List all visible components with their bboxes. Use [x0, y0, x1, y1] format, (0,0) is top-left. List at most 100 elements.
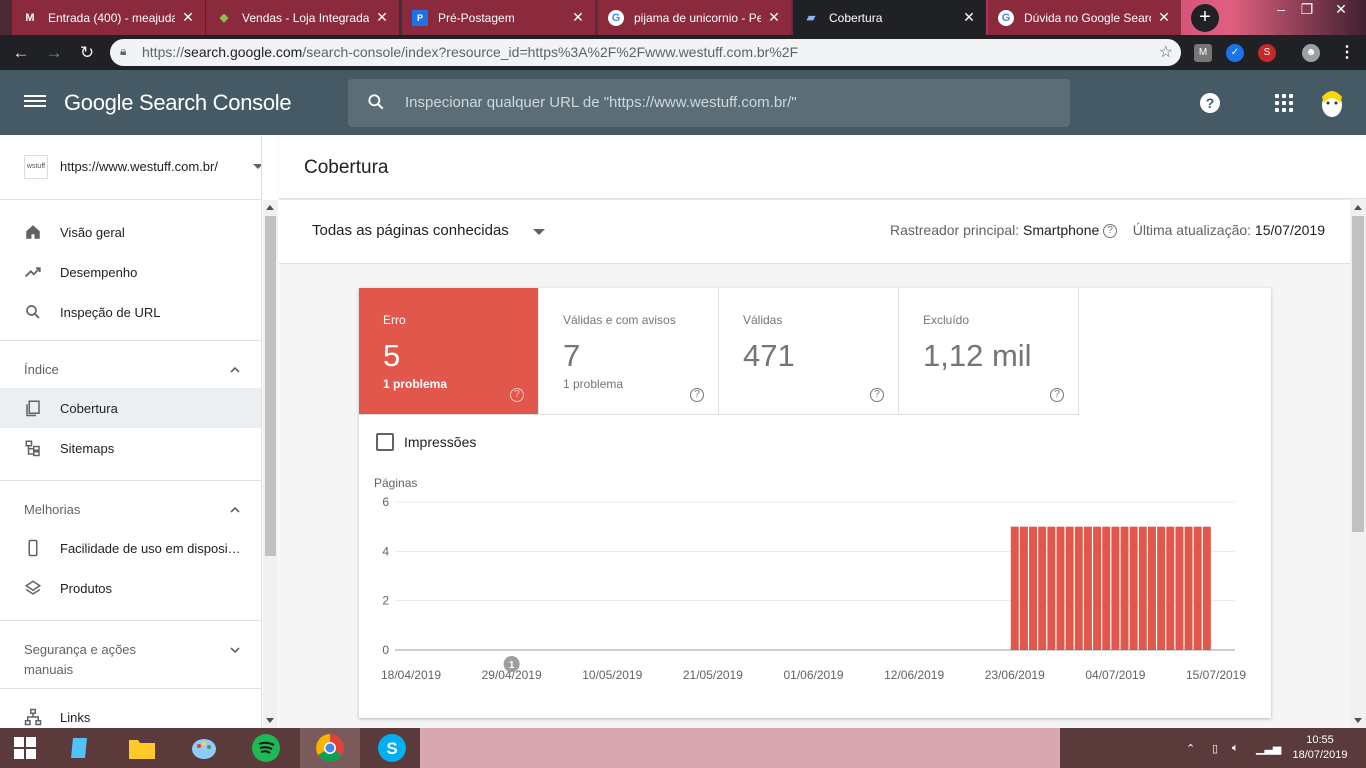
hamburger-menu-icon[interactable]: [24, 92, 46, 112]
sidebar-item-label: Desempenho: [60, 265, 138, 280]
extension-check-icon[interactable]: ✓: [1226, 44, 1244, 62]
section-index[interactable]: Índice: [0, 340, 261, 388]
address-bar[interactable]: 🔒︎ https://search.google.com/search-cons…: [110, 39, 1181, 66]
status-tile-excluded[interactable]: Excluído 1,12 mil ?: [899, 288, 1079, 415]
help-icon[interactable]: ?: [1200, 93, 1220, 113]
sidebar-item-sitemaps[interactable]: Sitemaps: [0, 428, 261, 468]
chevron-down-icon[interactable]: [533, 229, 545, 235]
product-logo[interactable]: Google Search Console: [64, 90, 292, 116]
file-explorer-icon[interactable]: [112, 728, 172, 768]
browser-tab-active[interactable]: ▰ Cobertura ✕: [793, 0, 986, 35]
help-icon[interactable]: ?: [690, 388, 704, 402]
tile-value: 1,12 mil: [923, 338, 1032, 373]
browser-tab[interactable]: M Entrada (400) - meajuda@ ✕: [12, 0, 205, 35]
help-icon[interactable]: ?: [1103, 224, 1118, 239]
close-tab-icon[interactable]: ✕: [375, 9, 389, 26]
url-text: https://search.google.com/search-console…: [142, 44, 799, 60]
back-icon[interactable]: ←: [11, 43, 31, 63]
sidebar-scrollbar[interactable]: [263, 200, 278, 728]
y-tick-label: 2: [382, 594, 389, 608]
tray-expand-icon[interactable]: ⌃: [1186, 742, 1195, 755]
sidebar-item-coverage[interactable]: Cobertura: [0, 388, 261, 428]
help-icon[interactable]: ?: [870, 388, 884, 402]
tile-subtext: 1 problema: [563, 377, 624, 391]
pages-filter-dropdown[interactable]: Todas as páginas conhecidas: [312, 222, 509, 239]
extension-icon[interactable]: M: [1194, 44, 1212, 62]
system-clock[interactable]: 10:55 18/07/2019: [1290, 733, 1350, 763]
avatar[interactable]: [1315, 85, 1349, 119]
chrome-menu-icon[interactable]: ⋮: [1338, 44, 1356, 62]
status-tile-valid-warnings[interactable]: Válidas e com avisos 7 1 problema ?: [539, 288, 719, 415]
profile-icon[interactable]: ☻: [1302, 44, 1320, 62]
sidebar-item-label: Cobertura: [60, 401, 118, 416]
sidebar-item-products[interactable]: Produtos: [0, 568, 261, 608]
notepad-icon[interactable]: [50, 728, 110, 768]
reload-icon[interactable]: ↻: [77, 43, 97, 63]
browser-tab[interactable]: G pijama de unicornio - Pe ✕: [598, 0, 791, 35]
close-tab-icon[interactable]: ✕: [767, 9, 781, 26]
main-scrollbar[interactable]: [1350, 200, 1366, 728]
property-selector[interactable]: wstuff https://www.westuff.com.br/: [0, 135, 261, 200]
browser-tab[interactable]: ◆ Vendas - Loja Integrada ✕: [206, 0, 399, 35]
help-icon[interactable]: ?: [1050, 388, 1064, 402]
extension-seo-icon[interactable]: S: [1258, 44, 1276, 62]
new-tab-button[interactable]: +: [1191, 4, 1219, 32]
paint-icon[interactable]: [174, 728, 234, 768]
property-favicon: wstuff: [24, 155, 48, 179]
minimize-icon[interactable]: –: [1268, 0, 1294, 20]
sidebar-item-overview[interactable]: Visão geral: [0, 212, 261, 252]
sidebar-item-url-inspection[interactable]: Inspeção de URL: [0, 292, 261, 332]
section-security[interactable]: Segurança e ações manuais: [0, 620, 261, 688]
network-icon[interactable]: ▁▃▅: [1256, 742, 1281, 755]
close-tab-icon[interactable]: ✕: [181, 9, 195, 26]
property-url: https://www.westuff.com.br/: [60, 159, 218, 174]
chart-bar: [1029, 526, 1038, 650]
window-close-icon[interactable]: ✕: [1328, 0, 1354, 20]
close-tab-icon[interactable]: ✕: [1157, 9, 1171, 26]
apps-grid-icon[interactable]: [1275, 94, 1293, 112]
skype-icon[interactable]: S: [362, 728, 422, 768]
close-tab-icon[interactable]: ✕: [962, 9, 976, 26]
browser-tab[interactable]: G Dúvida no Google Searc ✕: [988, 0, 1181, 35]
links-icon: [24, 708, 42, 726]
chevron-down-icon: [253, 164, 261, 169]
x-tick-label: 21/05/2019: [683, 668, 743, 682]
close-tab-icon[interactable]: ✕: [571, 9, 585, 26]
search-icon: [368, 94, 384, 110]
chart-bar: [1019, 526, 1028, 650]
search-placeholder: Inspecionar qualquer URL de "https://www…: [405, 94, 797, 111]
url-inspect-search[interactable]: Inspecionar qualquer URL de "https://www…: [348, 79, 1070, 127]
forward-icon[interactable]: →: [44, 43, 64, 63]
section-improvements[interactable]: Melhorias: [0, 480, 261, 528]
sidebar-item-links[interactable]: Links: [0, 688, 261, 728]
chart-bar: [1138, 526, 1147, 650]
status-tile-error[interactable]: Erro 5 1 problema ?: [359, 288, 539, 415]
tab-title: Entrada (400) - meajuda@: [48, 10, 175, 25]
bookmark-star-icon[interactable]: ☆: [1159, 42, 1173, 62]
chart-bar: [1065, 526, 1074, 650]
impressions-checkbox[interactable]: [376, 433, 394, 451]
status-tile-valid[interactable]: Válidas 471 ?: [719, 288, 899, 415]
chevron-up-icon: [230, 506, 240, 513]
trending-up-icon: [24, 267, 41, 278]
chrome-icon[interactable]: [300, 728, 360, 768]
sidebar-item-performance[interactable]: Desempenho: [0, 252, 261, 292]
restore-icon[interactable]: ❐: [1294, 0, 1320, 20]
chart-bar: [1184, 526, 1193, 650]
annotation-label: 1: [509, 660, 515, 671]
help-icon[interactable]: ?: [510, 388, 524, 402]
battery-icon[interactable]: ▯: [1212, 742, 1218, 755]
y-tick-label: 4: [382, 544, 389, 558]
spotify-icon[interactable]: [236, 728, 296, 768]
x-tick-label: 10/05/2019: [582, 668, 642, 682]
google-icon: G: [998, 9, 1014, 26]
gmail-icon: M: [25, 11, 35, 24]
windows-start-icon[interactable]: [0, 728, 50, 768]
tile-value: 471: [743, 338, 795, 373]
tile-value: 7: [563, 338, 581, 373]
browser-tab[interactable]: P Pré-Postagem ✕: [402, 0, 595, 35]
sidebar-item-mobile-usability[interactable]: Facilidade de uso em disposi…: [0, 528, 261, 568]
tile-label: Válidas: [743, 313, 783, 327]
volume-icon[interactable]: 🔈︎: [1232, 742, 1239, 755]
coverage-card: Erro 5 1 problema ? Válidas e com avisos…: [359, 288, 1271, 718]
